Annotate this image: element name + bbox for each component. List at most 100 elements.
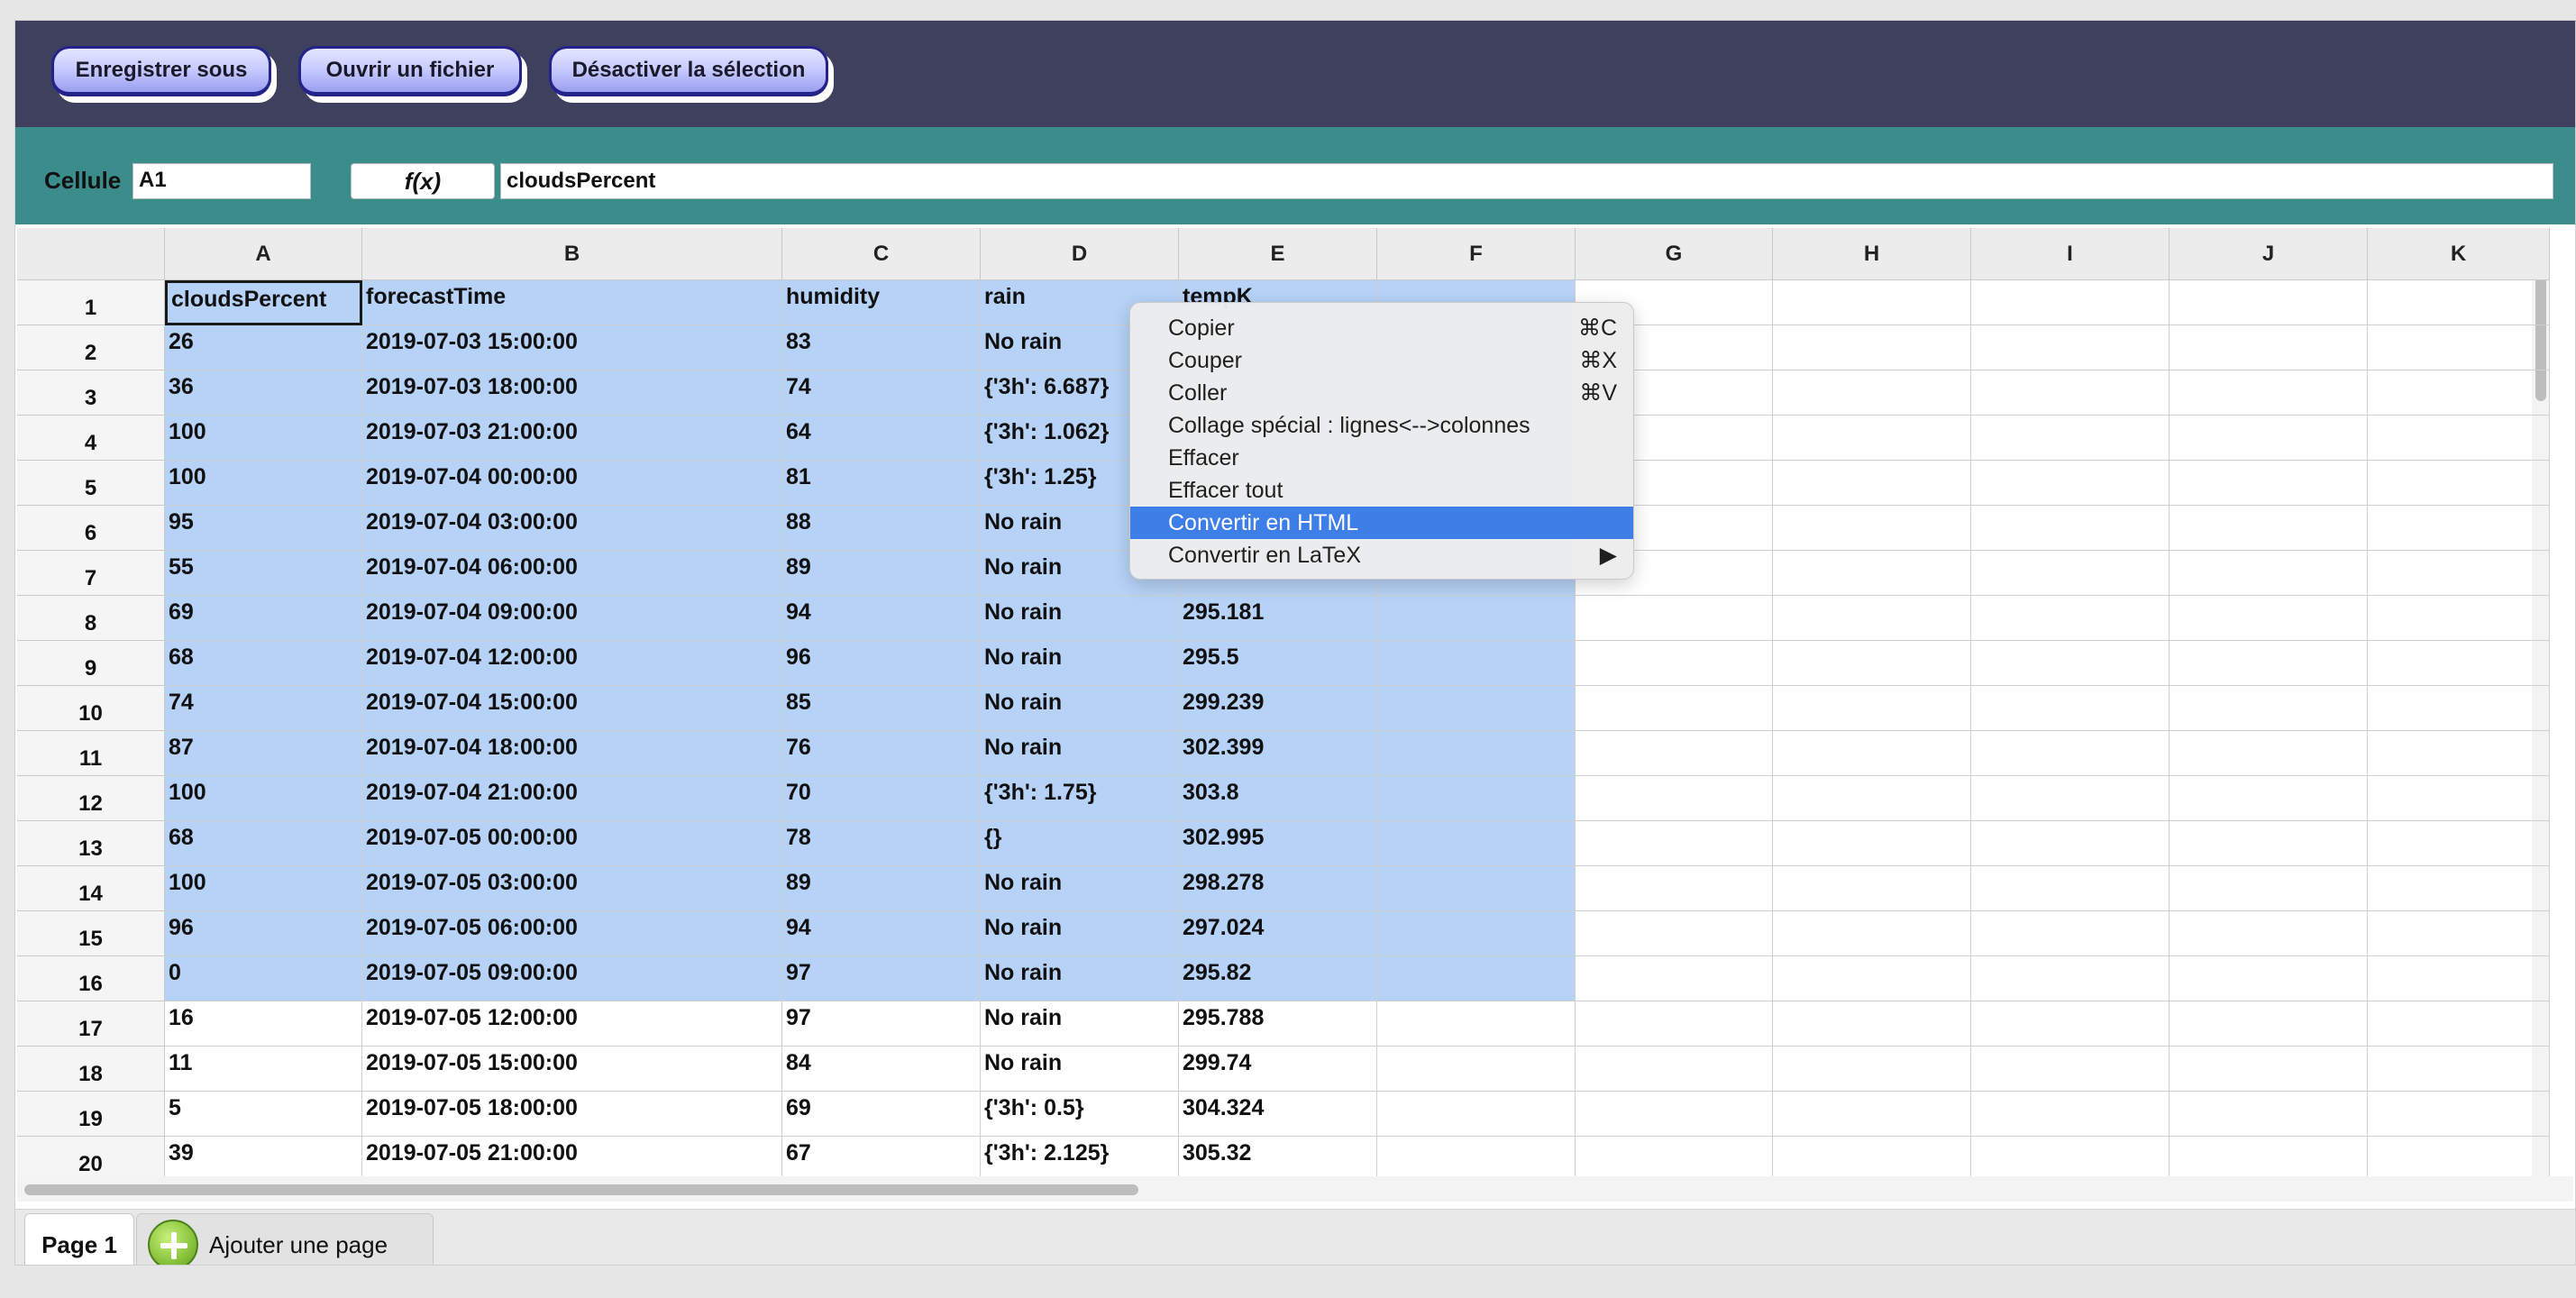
cell-a11[interactable]: 87 [165, 731, 362, 776]
cell-c17[interactable]: 97 [782, 1001, 981, 1047]
cell-i12[interactable] [1971, 776, 2170, 821]
row-header[interactable]: 16 [17, 956, 165, 1001]
cell-c16[interactable]: 97 [782, 956, 981, 1001]
cell-a3[interactable]: 36 [165, 370, 362, 416]
cell-g13[interactable] [1576, 821, 1773, 866]
cell-e8[interactable]: 295.181 [1179, 596, 1377, 641]
cell-e12[interactable]: 303.8 [1179, 776, 1377, 821]
cell-j3[interactable] [2170, 370, 2368, 416]
cell-c19[interactable]: 69 [782, 1092, 981, 1137]
cell-h10[interactable] [1773, 686, 1971, 731]
column-header-i[interactable]: I [1971, 228, 2170, 280]
cell-j9[interactable] [2170, 641, 2368, 686]
cell-j8[interactable] [2170, 596, 2368, 641]
cell-k11[interactable] [2368, 731, 2550, 776]
cell-d13[interactable]: {} [981, 821, 1179, 866]
cell-h5[interactable] [1773, 461, 1971, 506]
cell-k13[interactable] [2368, 821, 2550, 866]
cell-j18[interactable] [2170, 1047, 2368, 1092]
cell-i11[interactable] [1971, 731, 2170, 776]
cell-i14[interactable] [1971, 866, 2170, 911]
cell-c8[interactable]: 94 [782, 596, 981, 641]
cell-d10[interactable]: No rain [981, 686, 1179, 731]
cell-a1[interactable]: cloudsPercent [165, 280, 362, 325]
cell-i1[interactable] [1971, 280, 2170, 325]
cell-c12[interactable]: 70 [782, 776, 981, 821]
cell-b20[interactable]: 2019-07-05 21:00:00 [362, 1137, 782, 1176]
cell-h18[interactable] [1773, 1047, 1971, 1092]
corner-header[interactable] [17, 228, 165, 280]
cell-f17[interactable] [1377, 1001, 1576, 1047]
column-header-d[interactable]: D [981, 228, 1179, 280]
cell-i19[interactable] [1971, 1092, 2170, 1137]
cell-h19[interactable] [1773, 1092, 1971, 1137]
cell-f13[interactable] [1377, 821, 1576, 866]
cell-i17[interactable] [1971, 1001, 2170, 1047]
cell-i5[interactable] [1971, 461, 2170, 506]
cell-i2[interactable] [1971, 325, 2170, 370]
cell-i18[interactable] [1971, 1047, 2170, 1092]
cell-i16[interactable] [1971, 956, 2170, 1001]
cell-b5[interactable]: 2019-07-04 00:00:00 [362, 461, 782, 506]
cell-a5[interactable]: 100 [165, 461, 362, 506]
open-file-button[interactable]: Ouvrir un fichier [298, 46, 522, 96]
row-header[interactable]: 1 [17, 280, 165, 325]
cell-g14[interactable] [1576, 866, 1773, 911]
cell-b12[interactable]: 2019-07-04 21:00:00 [362, 776, 782, 821]
cell-f18[interactable] [1377, 1047, 1576, 1092]
column-header-h[interactable]: H [1773, 228, 1971, 280]
cell-e9[interactable]: 295.5 [1179, 641, 1377, 686]
cell-g17[interactable] [1576, 1001, 1773, 1047]
column-header-e[interactable]: E [1179, 228, 1377, 280]
cell-a4[interactable]: 100 [165, 416, 362, 461]
row-header[interactable]: 14 [17, 866, 165, 911]
cell-k15[interactable] [2368, 911, 2550, 956]
context-menu-item[interactable]: Copier ⌘C [1130, 312, 1633, 344]
cell-g12[interactable] [1576, 776, 1773, 821]
cell-b18[interactable]: 2019-07-05 15:00:00 [362, 1047, 782, 1092]
cell-j15[interactable] [2170, 911, 2368, 956]
cell-a14[interactable]: 100 [165, 866, 362, 911]
cell-b3[interactable]: 2019-07-03 18:00:00 [362, 370, 782, 416]
cell-i15[interactable] [1971, 911, 2170, 956]
cell-g20[interactable] [1576, 1137, 1773, 1176]
cell-h15[interactable] [1773, 911, 1971, 956]
context-menu-item[interactable]: Convertir en LaTeX ▶ [1130, 539, 1633, 571]
cell-a19[interactable]: 5 [165, 1092, 362, 1137]
cell-e15[interactable]: 297.024 [1179, 911, 1377, 956]
cell-e11[interactable]: 302.399 [1179, 731, 1377, 776]
cell-j13[interactable] [2170, 821, 2368, 866]
cell-b10[interactable]: 2019-07-04 15:00:00 [362, 686, 782, 731]
row-header[interactable]: 19 [17, 1092, 165, 1137]
cell-d15[interactable]: No rain [981, 911, 1179, 956]
cell-k12[interactable] [2368, 776, 2550, 821]
cell-h2[interactable] [1773, 325, 1971, 370]
cell-c9[interactable]: 96 [782, 641, 981, 686]
cell-a16[interactable]: 0 [165, 956, 362, 1001]
cell-i4[interactable] [1971, 416, 2170, 461]
cell-j19[interactable] [2170, 1092, 2368, 1137]
horizontal-scrollbar[interactable] [17, 1176, 2573, 1202]
row-header[interactable]: 8 [17, 596, 165, 641]
cell-b17[interactable]: 2019-07-05 12:00:00 [362, 1001, 782, 1047]
cell-d16[interactable]: No rain [981, 956, 1179, 1001]
cell-k19[interactable] [2368, 1092, 2550, 1137]
cell-b15[interactable]: 2019-07-05 06:00:00 [362, 911, 782, 956]
cell-e20[interactable]: 305.32 [1179, 1137, 1377, 1176]
cell-k20[interactable] [2368, 1137, 2550, 1176]
cell-b1[interactable]: forecastTime [362, 280, 782, 325]
cell-k16[interactable] [2368, 956, 2550, 1001]
cell-c10[interactable]: 85 [782, 686, 981, 731]
cell-d8[interactable]: No rain [981, 596, 1179, 641]
cell-c18[interactable]: 84 [782, 1047, 981, 1092]
cell-j5[interactable] [2170, 461, 2368, 506]
row-header[interactable]: 2 [17, 325, 165, 370]
row-header[interactable]: 10 [17, 686, 165, 731]
cell-a12[interactable]: 100 [165, 776, 362, 821]
cell-k2[interactable] [2368, 325, 2550, 370]
column-header-f[interactable]: F [1377, 228, 1576, 280]
cell-d14[interactable]: No rain [981, 866, 1179, 911]
cell-j16[interactable] [2170, 956, 2368, 1001]
cell-b6[interactable]: 2019-07-04 03:00:00 [362, 506, 782, 551]
formula-input[interactable]: cloudsPercent [500, 163, 2553, 199]
